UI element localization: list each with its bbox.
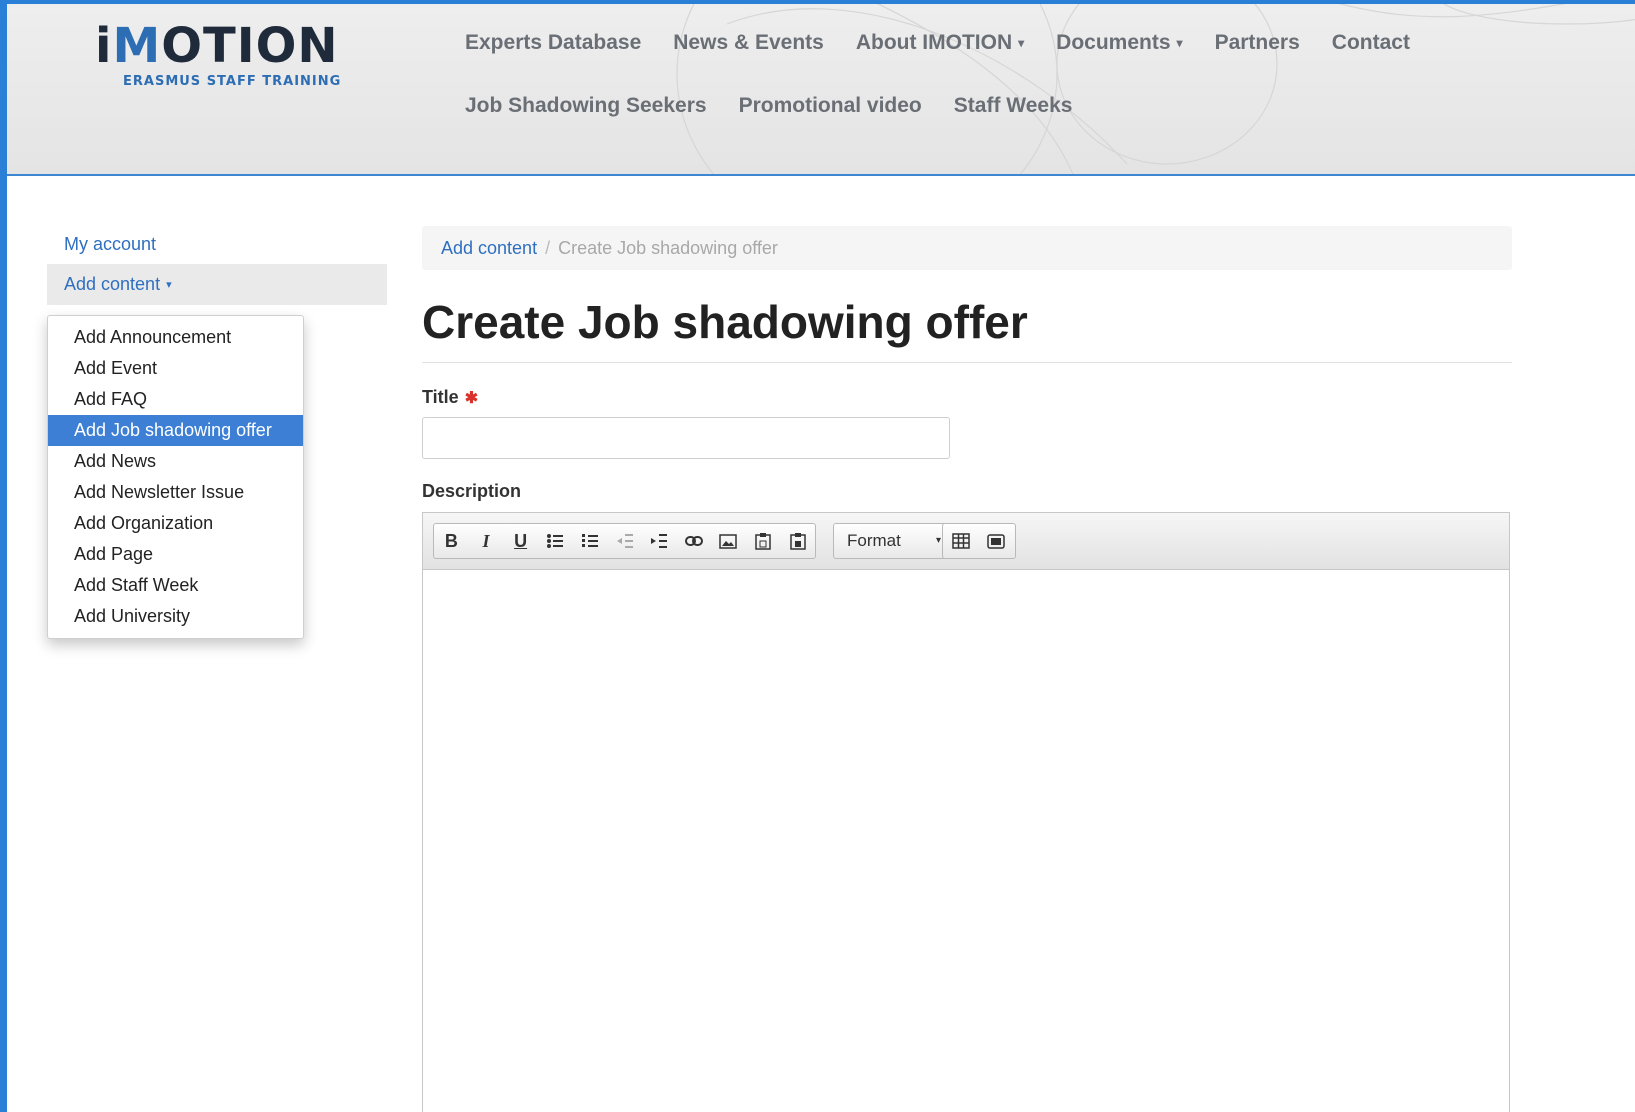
breadcrumb: Add content / Create Job shadowing offer bbox=[422, 226, 1512, 270]
sidebar: My account Add content ▾ bbox=[47, 224, 387, 306]
breadcrumb-current: Create Job shadowing offer bbox=[558, 238, 778, 258]
table-icon[interactable] bbox=[943, 524, 978, 558]
menu-item-add-news[interactable]: Add News bbox=[48, 446, 303, 477]
media-icon[interactable] bbox=[978, 524, 1013, 558]
sidebar-item-add-content[interactable]: Add content ▾ bbox=[47, 264, 387, 306]
description-rich-text-editor: B I U Format ▾ bbox=[422, 512, 1510, 1112]
logo-subtitle: ERASMUS STAFF TRAINING bbox=[123, 74, 342, 89]
title-input[interactable] bbox=[422, 417, 950, 459]
nav-experts-database[interactable]: Experts Database bbox=[457, 28, 657, 58]
imotion-logo[interactable]: iMOTION ERASMUS STAFF TRAINING bbox=[95, 22, 355, 92]
title-label: Title ✱ bbox=[422, 387, 479, 407]
menu-item-add-newsletter-issue[interactable]: Add Newsletter Issue bbox=[48, 477, 303, 508]
formatting-button-group: B I U bbox=[433, 523, 816, 559]
menu-item-add-event[interactable]: Add Event bbox=[48, 353, 303, 384]
outdent-icon[interactable] bbox=[607, 524, 642, 558]
description-label: Description bbox=[422, 481, 522, 501]
underline-icon[interactable]: U bbox=[503, 524, 538, 558]
bulleted-list-icon[interactable] bbox=[538, 524, 573, 558]
bold-icon[interactable]: B bbox=[434, 524, 469, 558]
nav-about-imotion[interactable]: About IMOTION ▾ bbox=[840, 28, 1040, 58]
nav-staff-weeks[interactable]: Staff Weeks bbox=[938, 91, 1089, 121]
editor-toolbar: B I U Format ▾ bbox=[423, 513, 1509, 570]
caret-down-icon: ▾ bbox=[1018, 36, 1025, 51]
paste-word-icon[interactable] bbox=[780, 524, 815, 558]
caret-down-icon: ▾ bbox=[935, 535, 941, 546]
nav-news-events[interactable]: News & Events bbox=[657, 28, 840, 58]
paste-text-icon[interactable] bbox=[746, 524, 781, 558]
breadcrumb-separator: / bbox=[545, 238, 551, 258]
breadcrumb-add-content-link[interactable]: Add content bbox=[441, 238, 537, 258]
menu-item-add-university[interactable]: Add University bbox=[48, 601, 303, 632]
nav-promotional-video[interactable]: Promotional video bbox=[723, 91, 938, 121]
numbered-list-icon[interactable] bbox=[573, 524, 608, 558]
caret-down-icon: ▾ bbox=[166, 279, 172, 292]
nav-documents[interactable]: Documents ▾ bbox=[1040, 28, 1198, 58]
caret-down-icon: ▾ bbox=[1176, 36, 1183, 51]
menu-item-add-organization[interactable]: Add Organization bbox=[48, 508, 303, 539]
page-title: Create Job shadowing offer bbox=[422, 294, 1512, 363]
page-frame: iMOTION ERASMUS STAFF TRAINING Experts D… bbox=[7, 4, 1635, 1112]
nav-partners[interactable]: Partners bbox=[1199, 28, 1316, 58]
sidebar-item-my-account[interactable]: My account bbox=[47, 224, 387, 264]
insert-button-group bbox=[942, 523, 1016, 559]
main-nav-row-2: Job Shadowing Seekers Promotional video … bbox=[457, 91, 1088, 121]
logo-wordmark: iMOTION bbox=[95, 18, 339, 74]
nav-contact[interactable]: Contact bbox=[1316, 28, 1426, 58]
site-header: iMOTION ERASMUS STAFF TRAINING Experts D… bbox=[7, 4, 1635, 176]
link-icon[interactable] bbox=[676, 524, 711, 558]
editor-content-area[interactable] bbox=[423, 570, 1509, 1112]
menu-item-add-page[interactable]: Add Page bbox=[48, 539, 303, 570]
main-nav-row-1: Experts Database News & Events About IMO… bbox=[457, 28, 1426, 58]
image-icon[interactable] bbox=[711, 524, 746, 558]
menu-item-add-job-shadowing-offer[interactable]: Add Job shadowing offer bbox=[48, 415, 303, 446]
menu-item-add-faq[interactable]: Add FAQ bbox=[48, 384, 303, 415]
indent-icon[interactable] bbox=[642, 524, 677, 558]
format-select[interactable]: Format ▾ bbox=[833, 523, 950, 559]
main-content: Add content / Create Job shadowing offer C… bbox=[422, 226, 1512, 1112]
nav-job-shadowing-seekers[interactable]: Job Shadowing Seekers bbox=[457, 91, 723, 121]
add-content-dropdown-menu: Add Announcement Add Event Add FAQ Add J… bbox=[47, 315, 304, 639]
italic-icon[interactable]: I bbox=[469, 524, 504, 558]
menu-item-add-staff-week[interactable]: Add Staff Week bbox=[48, 570, 303, 601]
menu-item-add-announcement[interactable]: Add Announcement bbox=[48, 322, 303, 353]
required-asterisk-icon: ✱ bbox=[464, 390, 479, 407]
